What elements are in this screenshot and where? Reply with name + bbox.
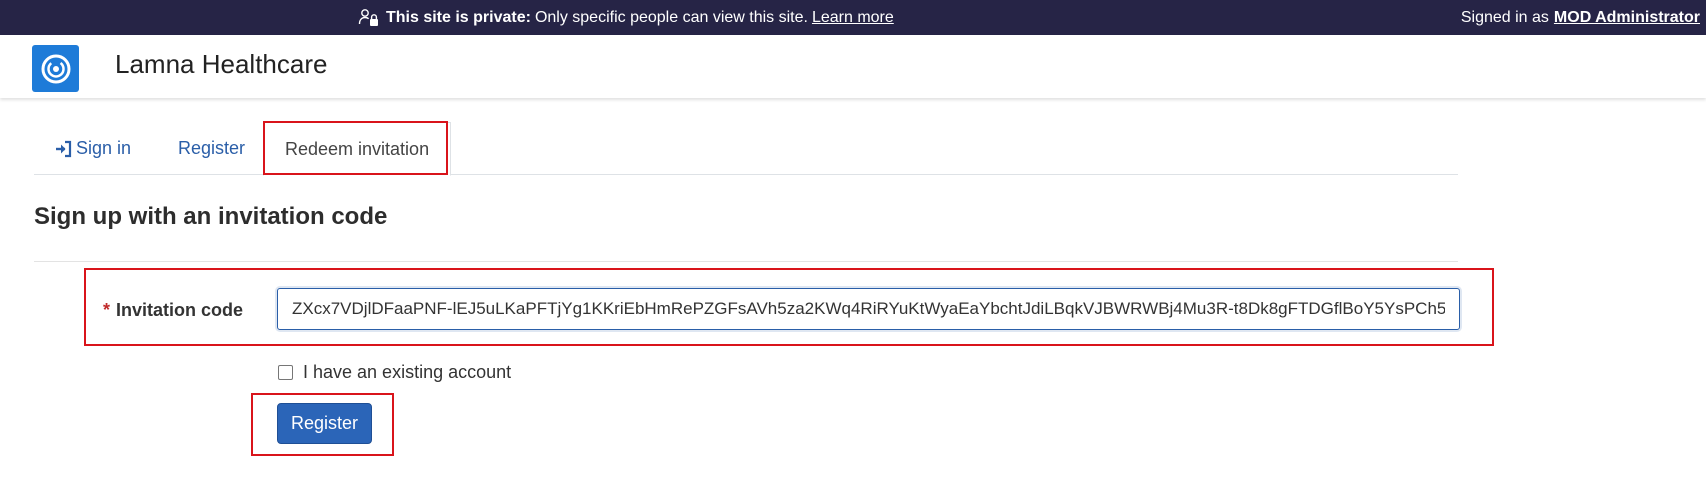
page-title: Sign up with an invitation code <box>34 203 388 230</box>
register-button[interactable]: Register <box>277 403 372 444</box>
logo-ring-icon <box>41 54 70 83</box>
site-title[interactable]: Lamna Healthcare <box>115 49 327 80</box>
signed-in-prefix: Signed in as <box>1460 8 1549 26</box>
invitation-code-label: * Invitation code <box>103 300 243 321</box>
existing-account-checkbox[interactable] <box>278 365 293 380</box>
invitation-code-label-text: Invitation code <box>116 300 244 320</box>
tab-sign-in[interactable]: Sign in <box>54 122 131 175</box>
learn-more-link[interactable]: Learn more <box>812 9 894 27</box>
signed-in-info: Signed in as MOD Administrator <box>1461 0 1700 35</box>
private-message: Only specific people can view this site. <box>534 8 808 26</box>
required-marker: * <box>103 300 111 320</box>
site-logo[interactable] <box>32 45 79 92</box>
people-lock-icon <box>358 8 378 26</box>
private-label: This site is private: <box>386 8 531 26</box>
private-site-banner: This site is private: Only specific peop… <box>0 0 1706 35</box>
site-header: Lamna Healthcare <box>0 35 1706 98</box>
sign-in-icon <box>56 140 72 157</box>
private-notice: This site is private: Only specific peop… <box>358 0 894 35</box>
existing-account-option[interactable]: I have an existing account <box>278 362 511 383</box>
invitation-code-input[interactable] <box>277 288 1460 330</box>
user-name-link[interactable]: MOD Administrator <box>1554 9 1700 27</box>
tab-redeem-label: Redeem invitation <box>285 138 430 159</box>
tab-redeem-invitation[interactable]: Redeem invitation <box>263 122 452 176</box>
existing-account-label: I have an existing account <box>303 362 512 382</box>
title-divider <box>34 261 1458 262</box>
tab-register-label: Register <box>178 138 246 158</box>
tab-sign-in-label: Sign in <box>76 138 132 158</box>
tab-register[interactable]: Register <box>178 122 245 175</box>
auth-tabs: Sign in Register Redeem invitation <box>34 122 1458 176</box>
